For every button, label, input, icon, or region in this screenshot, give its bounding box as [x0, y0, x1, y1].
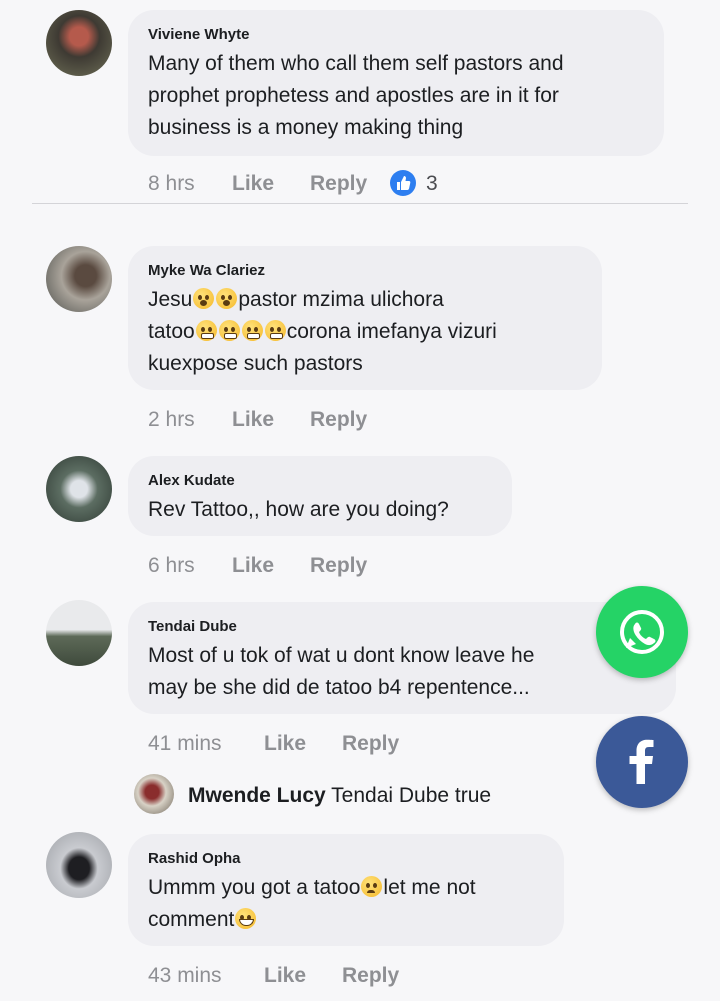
comment-timestamp: 2 hrs	[148, 408, 195, 431]
steam-face-emoji-icon	[241, 320, 263, 341]
facebook-share-button[interactable]	[596, 716, 688, 808]
like-button[interactable]: Like	[264, 732, 306, 756]
like-button[interactable]: Like	[232, 172, 274, 196]
avatar[interactable]	[46, 10, 112, 76]
comment-text-line: Many of them who call them self pastors …	[148, 52, 564, 75]
comment-author[interactable]: Tendai Dube	[148, 618, 237, 635]
comment-timestamp: 6 hrs	[148, 554, 195, 577]
like-button[interactable]: Like	[232, 408, 274, 432]
steam-face-emoji-icon	[264, 320, 286, 341]
comment-text-line: Jesu pastor mzima ulichora	[148, 284, 444, 316]
comment-text: let me not	[383, 876, 476, 899]
like-button[interactable]: Like	[264, 964, 306, 988]
comment-author[interactable]: Rashid Opha	[148, 850, 241, 867]
avatar[interactable]	[46, 600, 112, 666]
like-button[interactable]: Like	[232, 554, 274, 578]
reply-text: Tendai Dube true	[331, 784, 492, 807]
facebook-icon	[629, 739, 654, 784]
whatsapp-icon	[620, 610, 664, 654]
comment-text-line: comment	[148, 904, 257, 936]
astonished-emoji-icon	[193, 288, 215, 309]
comment-timestamp: 8 hrs	[148, 172, 195, 195]
reply-button[interactable]: Reply	[310, 408, 367, 432]
comment-text-line: Ummm you got a tatoo let me not	[148, 872, 476, 904]
avatar[interactable]	[46, 832, 112, 898]
comment-text-line: business is a money making thing	[148, 116, 464, 139]
steam-face-emoji-icon	[218, 320, 240, 341]
whatsapp-share-button[interactable]	[596, 586, 688, 678]
avatar[interactable]	[134, 774, 174, 814]
avatar[interactable]	[46, 246, 112, 312]
comment-author[interactable]: Alex Kudate	[148, 472, 235, 489]
reply-preview[interactable]: Mwende Lucy Tendai Dube true	[188, 784, 491, 808]
comment-text: comment	[148, 908, 235, 931]
comment-text-line: kuexpose such pastors	[148, 352, 363, 375]
comment-text: Ummm you got a tatoo	[148, 876, 361, 899]
comment-timestamp: 41 mins	[148, 732, 222, 755]
grinning-emoji-icon	[235, 908, 257, 929]
comment-text: tatoo	[148, 320, 195, 343]
thumbs-up-icon	[390, 170, 416, 196]
comment-text-line: Rev Tattoo,, how are you doing?	[148, 498, 449, 521]
reply-author[interactable]: Mwende Lucy	[188, 784, 326, 807]
comment-text: corona imefanya vizuri	[286, 320, 497, 343]
comment-text-line: prophet prophetess and apostles are in i…	[148, 84, 559, 107]
reaction-count[interactable]: 3	[426, 172, 438, 196]
comment-author[interactable]: Viviene Whyte	[148, 26, 249, 43]
divider	[32, 203, 688, 204]
reply-button[interactable]: Reply	[342, 732, 399, 756]
comment-author[interactable]: Myke Wa Clariez	[148, 262, 265, 279]
comment-text-line: Most of u tok of wat u dont know leave h…	[148, 644, 535, 667]
reply-button[interactable]: Reply	[310, 172, 367, 196]
avatar[interactable]	[46, 456, 112, 522]
comment-text-line: may be she did de tatoo b4 repentence...	[148, 676, 530, 699]
reply-button[interactable]: Reply	[342, 964, 399, 988]
worried-emoji-icon	[361, 876, 383, 897]
steam-face-emoji-icon	[195, 320, 217, 341]
comment-text: pastor mzima ulichora	[238, 288, 444, 311]
comment-text: Jesu	[148, 288, 193, 311]
reply-button[interactable]: Reply	[310, 554, 367, 578]
comment-text-line: tatoo corona imefanya vizuri	[148, 316, 497, 348]
astonished-emoji-icon	[216, 288, 238, 309]
comment-timestamp: 43 mins	[148, 964, 222, 987]
